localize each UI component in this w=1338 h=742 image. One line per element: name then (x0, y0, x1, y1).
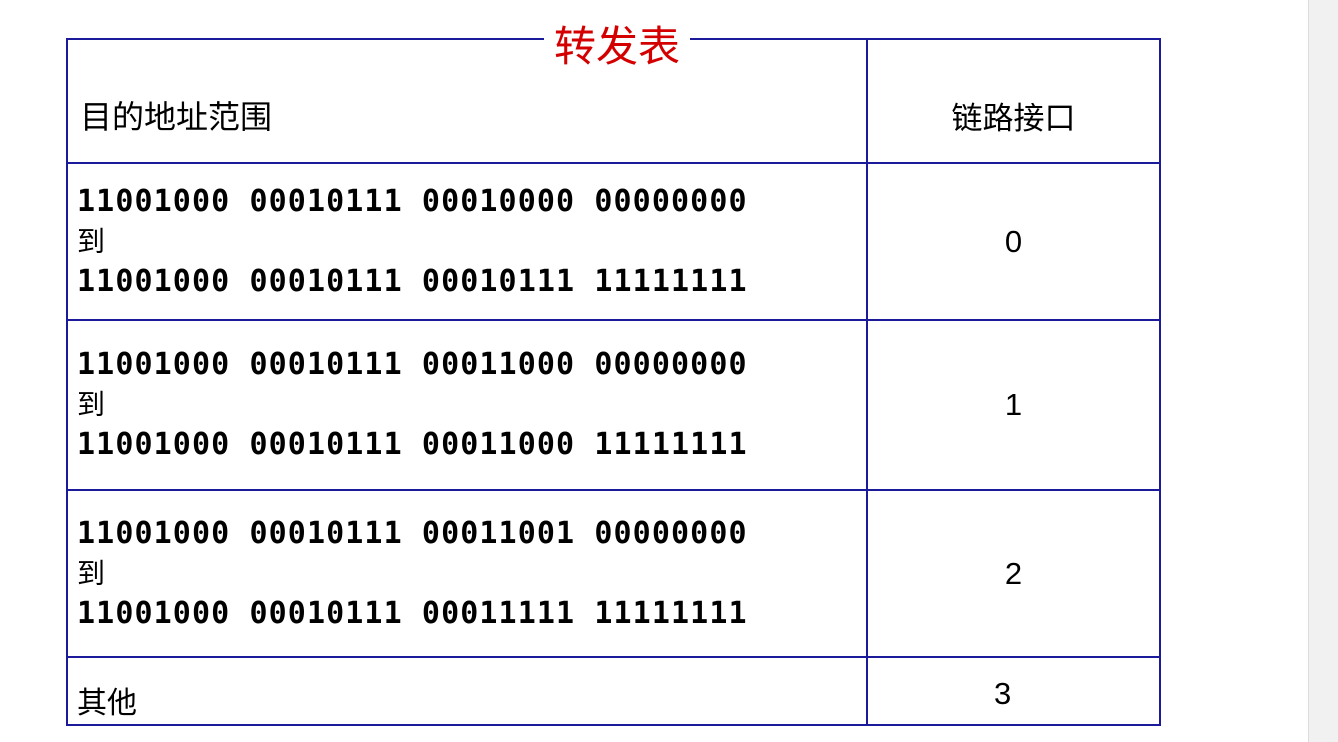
address-range-cell: 11001000 00010111 00011000 00000000 到 11… (66, 319, 868, 491)
range-start: 11001000 00010111 00011001 00000000 (77, 515, 748, 551)
table-row: 11001000 00010111 00011000 00000000 到 11… (66, 319, 1161, 491)
slide-page: 目的地址范围 链路接口 11001000 00010111 00010000 0… (0, 0, 1338, 742)
range-end: 11001000 00010111 00010111 11111111 (77, 263, 748, 299)
interface-cell: 2 (866, 489, 1161, 658)
range-start: 11001000 00010111 00011000 00000000 (77, 347, 748, 382)
address-range-cell: 11001000 00010111 00011001 00000000 到 11… (66, 489, 868, 658)
table-title: 转发表 (544, 20, 691, 74)
address-range-cell: 11001000 00010111 00010000 00000000 到 11… (66, 162, 868, 321)
range-end: 11001000 00010111 00011111 11111111 (77, 595, 748, 631)
forwarding-table: 目的地址范围 链路接口 11001000 00010111 00010000 0… (66, 38, 1161, 726)
forwarding-table-container: 目的地址范围 链路接口 11001000 00010111 00010000 0… (66, 38, 1161, 726)
range-start: 11001000 00010111 00010000 00000000 (77, 183, 748, 219)
interface-cell: 3 (866, 656, 1161, 726)
header-link-interface: 链路接口 (866, 38, 1161, 164)
header-destination-range: 目的地址范围 (66, 38, 868, 164)
table-row: 11001000 00010111 00010000 00000000 到 11… (66, 162, 1161, 321)
range-separator: 到 (77, 224, 106, 258)
range-separator: 到 (77, 388, 106, 421)
range-separator: 到 (77, 556, 106, 590)
table-row: 11001000 00010111 00011001 00000000 到 11… (66, 489, 1161, 658)
vertical-scrollbar[interactable] (1308, 0, 1338, 742)
range-end: 11001000 00010111 00011000 11111111 (77, 427, 748, 462)
otherwise-label: 其他 (66, 656, 868, 726)
interface-cell: 1 (866, 319, 1161, 491)
interface-cell: 0 (866, 162, 1161, 321)
table-row-otherwise: 其他 3 (66, 656, 1161, 726)
